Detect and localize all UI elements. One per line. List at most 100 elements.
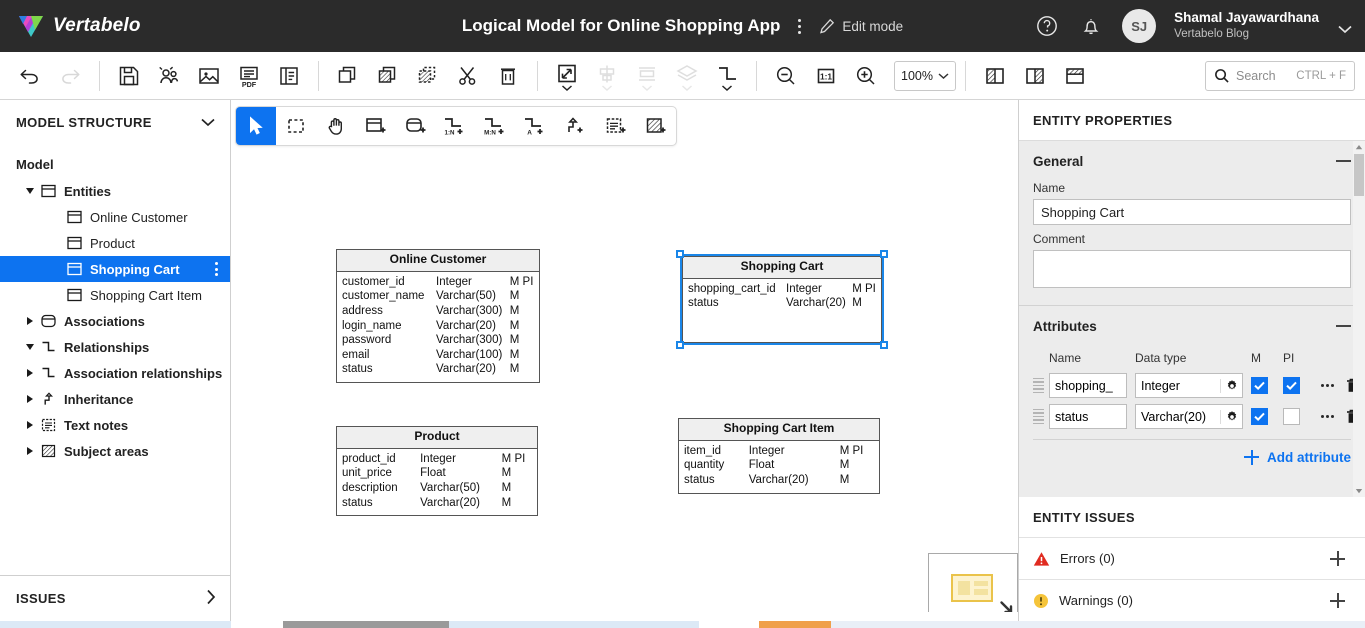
view-split-top-button[interactable]	[1055, 56, 1095, 96]
add-attribute-button[interactable]: Add attribute	[1033, 440, 1351, 474]
notifications-bell-icon[interactable]	[1078, 13, 1104, 39]
sidebar-item-subject-areas[interactable]: Subject areas	[0, 438, 230, 464]
sidebar-issues-section[interactable]: ISSUES	[0, 575, 230, 621]
align-vertical-chevron-down-icon[interactable]	[602, 79, 613, 94]
attribute-mandatory-checkbox[interactable]	[1251, 408, 1268, 425]
view-split-left-button[interactable]	[975, 56, 1015, 96]
redo-button[interactable]	[50, 56, 90, 96]
help-icon[interactable]	[1034, 13, 1060, 39]
tool-add-association[interactable]	[396, 107, 436, 145]
save-button[interactable]	[109, 56, 149, 96]
tree-root-model[interactable]: Model	[0, 150, 230, 178]
entity-online-customer[interactable]: Online Customer customer_id Integer M PI cus…	[336, 249, 540, 383]
share-users-button[interactable]	[149, 56, 189, 96]
zoom-in-button[interactable]	[846, 56, 886, 96]
attribute-pi-checkbox[interactable]	[1283, 377, 1300, 394]
tool-add-entity[interactable]	[356, 107, 396, 145]
model-structure-header[interactable]: MODEL STRUCTURE	[0, 100, 230, 144]
gear-icon[interactable]	[1220, 409, 1242, 424]
tree-toggle-icon[interactable]	[22, 317, 38, 325]
properties-vertical-scrollbar[interactable]	[1353, 141, 1365, 497]
documentation-button[interactable]	[269, 56, 309, 96]
errors-row[interactable]: Errors (0)	[1019, 537, 1365, 579]
canvas-scrollbar-thumb[interactable]	[231, 613, 931, 620]
layers-chevron-down-icon[interactable]	[682, 79, 693, 94]
attribute-datatype-input[interactable]	[1136, 409, 1220, 424]
tool-add-text-note[interactable]	[596, 107, 636, 145]
export-image-button[interactable]	[189, 56, 229, 96]
attribute-name-input[interactable]	[1049, 404, 1127, 429]
copy-button[interactable]	[328, 56, 368, 96]
cut-button[interactable]	[448, 56, 488, 96]
line-style-chevron-down-icon[interactable]	[722, 79, 733, 94]
attribute-more-options-icon[interactable]	[1321, 415, 1334, 418]
scroll-up-arrow-icon[interactable]	[1353, 141, 1365, 153]
tree-toggle-icon[interactable]	[22, 369, 38, 377]
undo-button[interactable]	[10, 56, 50, 96]
attributes-collapse-icon[interactable]	[1336, 325, 1351, 327]
search-input[interactable]: Search CTRL + F	[1205, 60, 1355, 91]
resize-chevron-down-icon[interactable]	[562, 79, 573, 94]
paste-special-button[interactable]	[408, 56, 448, 96]
delete-button[interactable]	[488, 56, 528, 96]
attribute-datatype-field[interactable]	[1135, 404, 1243, 429]
tool-add-relationship-mn[interactable]: M:N	[476, 107, 516, 145]
align-vertical-button[interactable]	[587, 56, 627, 96]
sidebar-item-text-notes[interactable]: Text notes	[0, 412, 230, 438]
tree-toggle-icon[interactable]	[22, 344, 38, 350]
attribute-more-options-icon[interactable]	[1321, 384, 1334, 387]
sidebar-item-menu-kebab-icon[interactable]	[215, 262, 218, 276]
layers-button[interactable]	[667, 56, 707, 96]
minimap[interactable]	[928, 553, 1018, 621]
model-structure-chevron-down-icon[interactable]	[200, 115, 216, 130]
tree-toggle-icon[interactable]	[22, 421, 38, 429]
entity-name-input[interactable]	[1033, 199, 1351, 225]
tool-pan-hand[interactable]	[316, 107, 356, 145]
entity-resize-handle[interactable]	[880, 341, 888, 349]
tool-select[interactable]	[236, 107, 276, 145]
general-section-header[interactable]: General	[1033, 141, 1351, 181]
sidebar-item-product[interactable]: Product	[0, 230, 230, 256]
line-style-button[interactable]	[707, 56, 747, 96]
diagram-canvas[interactable]: 1:N M:N A Online Customer customer_id In…	[231, 100, 1018, 621]
zoom-level-select[interactable]: 100%	[894, 60, 956, 91]
sidebar-item-entities[interactable]: Entities	[0, 178, 230, 204]
tool-add-relationship-1n[interactable]: 1:N	[436, 107, 476, 145]
entity-properties-scroll-area[interactable]: General Name Comment Attributes	[1019, 140, 1365, 497]
attribute-name-input[interactable]	[1049, 373, 1127, 398]
view-split-right-button[interactable]	[1015, 56, 1055, 96]
avatar[interactable]: SJ	[1122, 9, 1157, 43]
tool-marquee-select[interactable]	[276, 107, 316, 145]
attribute-pi-checkbox[interactable]	[1283, 408, 1300, 425]
align-horizontal-button[interactable]	[627, 56, 667, 96]
tool-add-subject-area[interactable]	[636, 107, 676, 145]
user-menu-chevron-down-icon[interactable]	[1337, 22, 1352, 34]
zoom-reset-button[interactable]: 1:1	[806, 56, 846, 96]
edit-mode-toggle[interactable]: Edit mode	[819, 18, 903, 34]
entity-resize-handle[interactable]	[880, 250, 888, 258]
canvas-horizontal-scrollbar[interactable]	[231, 612, 1018, 621]
scroll-down-arrow-icon[interactable]	[1353, 485, 1365, 497]
gear-icon[interactable]	[1220, 378, 1242, 393]
resize-button[interactable]	[547, 56, 587, 96]
attribute-drag-handle[interactable]	[1033, 377, 1049, 394]
sidebar-item-inheritance[interactable]: Inheritance	[0, 386, 230, 412]
tree-toggle-icon[interactable]	[22, 188, 38, 194]
sidebar-item-shopping-cart[interactable]: Shopping Cart	[0, 256, 230, 282]
entity-comment-textarea[interactable]	[1033, 250, 1351, 288]
title-menu-kebab-icon[interactable]	[794, 16, 805, 37]
errors-expand-icon[interactable]	[1330, 551, 1345, 566]
sidebar-item-association-relationships[interactable]: Association relationships	[0, 360, 230, 386]
tool-add-inheritance[interactable]	[556, 107, 596, 145]
entity-shopping-cart[interactable]: Shopping Cart shopping_cart_id Integer M PI…	[682, 256, 882, 343]
entity-shopping-cart-item[interactable]: Shopping Cart Item item_id Integer M PI quan…	[678, 418, 880, 494]
attributes-section-header[interactable]: Attributes	[1033, 306, 1351, 346]
export-pdf-button[interactable]: PDF	[229, 56, 269, 96]
entity-resize-handle[interactable]	[676, 250, 684, 258]
minimap-viewport[interactable]	[951, 574, 993, 602]
brand[interactable]: Vertabelo	[0, 13, 300, 39]
warnings-row[interactable]: Warnings (0)	[1019, 579, 1365, 621]
sidebar-item-relationships[interactable]: Relationships	[0, 334, 230, 360]
general-collapse-icon[interactable]	[1336, 160, 1351, 162]
attribute-datatype-input[interactable]	[1136, 378, 1220, 393]
